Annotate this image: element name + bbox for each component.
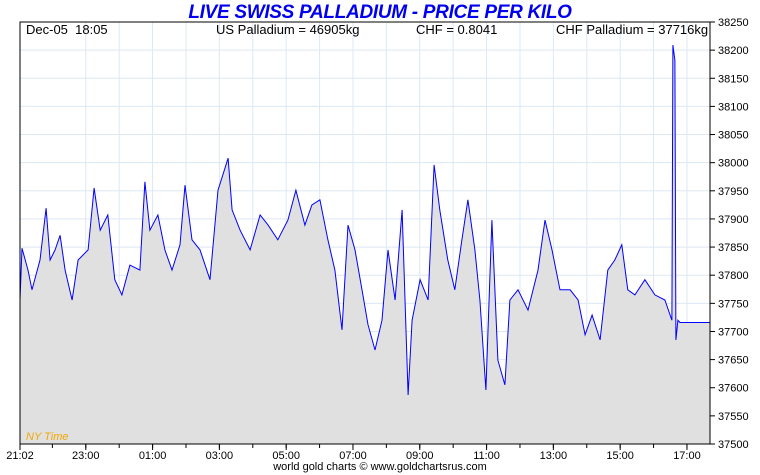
y-tick-label: 37750 xyxy=(718,298,749,310)
y-tick-label: 38150 xyxy=(718,73,749,85)
x-axis-label: NY Time xyxy=(26,431,69,443)
y-tick-label: 37850 xyxy=(718,242,749,254)
y-tick-label: 37900 xyxy=(718,214,749,226)
footer-credit: world gold charts © www.goldchartsrus.co… xyxy=(273,461,487,473)
y-tick-label: 38200 xyxy=(718,45,749,57)
header-fx-rate: CHF = 0.8041 xyxy=(416,22,498,37)
header-datetime: Dec-05 18:05 xyxy=(26,22,108,37)
y-tick-label: 38000 xyxy=(718,158,749,170)
y-tick-label: 37950 xyxy=(718,186,749,198)
header-us-price: US Palladium = 46905kg xyxy=(216,22,360,37)
chart-title: LIVE SWISS PALLADIUM - PRICE PER KILO xyxy=(188,2,572,23)
header-chf-price: CHF Palladium = 37716kg xyxy=(556,22,709,37)
y-tick-label: 38100 xyxy=(718,101,749,113)
price-chart: 37500 37550 37600 37650 37700 37750 37800 37850… xyxy=(6,17,749,462)
y-tick-label: 37650 xyxy=(718,355,749,367)
y-tick-label: 37550 xyxy=(718,411,749,423)
y-tick-label: 37600 xyxy=(718,383,749,395)
y-tick-label: 37700 xyxy=(718,326,749,338)
y-tick-label: 38050 xyxy=(718,130,749,142)
y-tick-label: 37500 xyxy=(718,439,749,451)
y-tick-label: 37800 xyxy=(718,270,749,282)
